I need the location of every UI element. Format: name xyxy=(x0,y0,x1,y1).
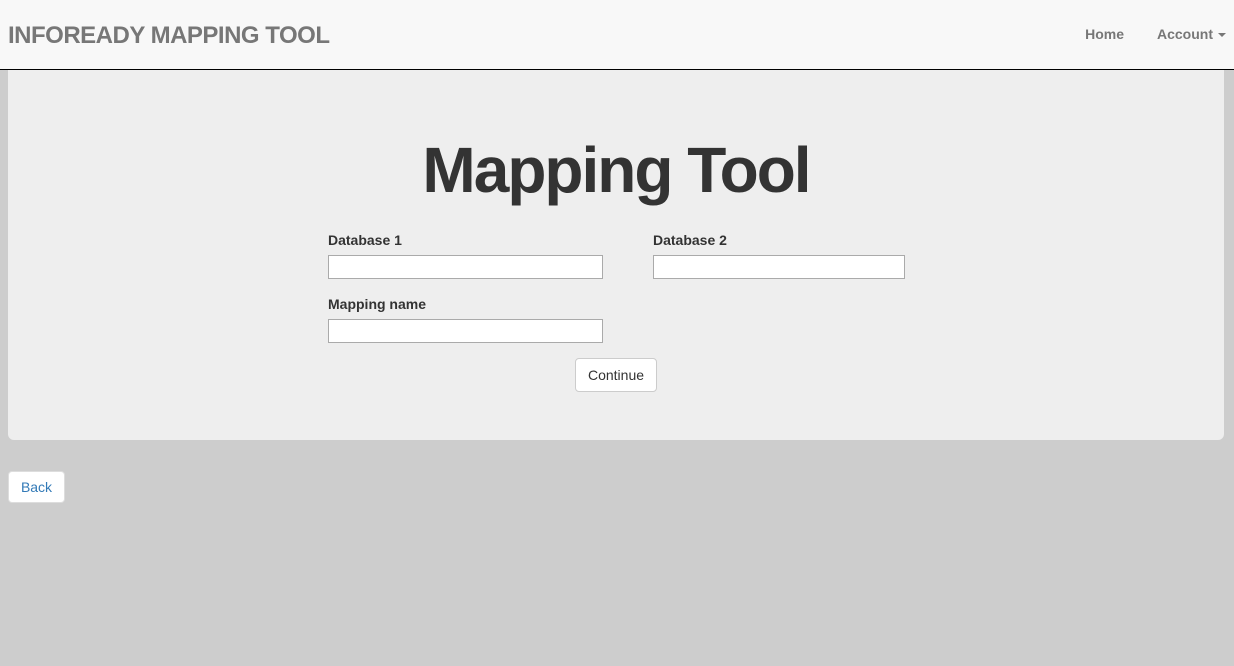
database2-input[interactable] xyxy=(653,255,905,279)
brand-title[interactable]: INFOREADY MAPPING TOOL xyxy=(8,22,330,50)
account-dropdown[interactable]: Account xyxy=(1157,26,1226,42)
nav-home-link[interactable]: Home xyxy=(1085,26,1124,42)
back-button[interactable]: Back xyxy=(8,471,65,503)
mapping-name-input[interactable] xyxy=(328,319,603,343)
mapping-name-label: Mapping name xyxy=(328,296,427,312)
top-navbar: INFOREADY MAPPING TOOL Home Account xyxy=(0,0,1234,70)
database1-input[interactable] xyxy=(328,255,603,279)
continue-button[interactable]: Continue xyxy=(575,358,657,392)
caret-down-icon xyxy=(1218,33,1226,37)
database1-label: Database 1 xyxy=(328,232,402,248)
page-title: Mapping Tool xyxy=(422,134,811,206)
mapping-form-panel: Mapping Tool Database 1 Database 2 Mappi… xyxy=(8,70,1224,440)
account-label: Account xyxy=(1157,26,1213,42)
database2-label: Database 2 xyxy=(653,232,727,248)
